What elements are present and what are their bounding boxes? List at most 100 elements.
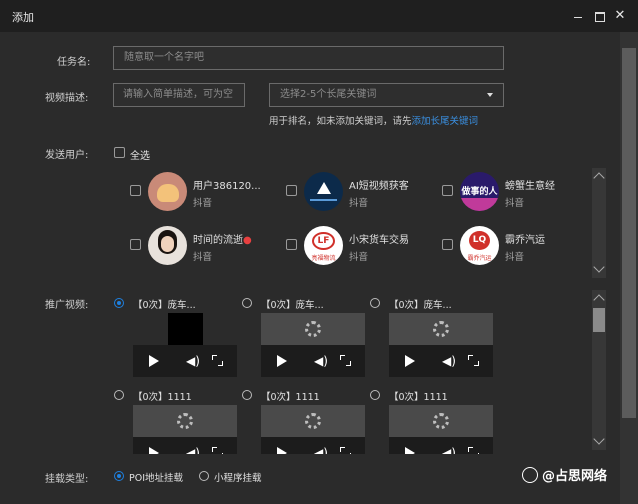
user-item[interactable]: LQ 霸乔汽运 霸乔汽运 抖音 [425,223,590,267]
fullscreen-icon[interactable] [212,447,223,454]
video-player[interactable]: ◀) [133,313,237,377]
mount-option-label: POI地址挂载 [129,473,184,484]
video-caption: 【0次】1111 [133,392,192,403]
mount-radio[interactable] [114,471,124,481]
paw-icon [522,467,538,483]
play-icon[interactable] [405,355,415,367]
video-caption: 【0次】1111 [261,392,320,403]
volume-icon[interactable]: ◀) [186,354,200,368]
main-scrollbar[interactable] [620,32,638,504]
avatar-text: LF [312,232,335,250]
avatar [148,172,187,211]
select-all-checkbox[interactable] [114,147,125,158]
volume-icon[interactable]: ◀) [442,354,456,368]
user-item[interactable]: 时间的流逝● 抖音 [113,223,278,267]
video-item[interactable]: 【0次】庞车... ◀) [370,294,498,380]
video-item[interactable]: 【0次】庞车... ◀) [242,294,370,380]
user-platform: 抖音 [193,252,213,263]
user-name: 小宋货车交易 [349,235,409,246]
avatar: 做事的人 [460,172,499,211]
fullscreen-icon[interactable] [340,447,351,454]
chevron-down-icon [487,93,493,97]
user-platform: 抖音 [505,198,525,209]
user-item[interactable]: 用户386120... 抖音 [113,169,278,213]
user-checkbox[interactable] [442,239,453,250]
user-checkbox[interactable] [286,239,297,250]
user-checkbox[interactable] [130,185,141,196]
user-item[interactable]: 做事的人 螃蟹生意经 抖音 [425,169,590,213]
add-keyword-link[interactable]: 添加长尾关键词 [412,116,479,127]
volume-icon[interactable]: ◀) [442,446,456,454]
scroll-thumb[interactable] [593,308,605,332]
chevron-up-icon[interactable] [593,172,605,184]
chevron-up-icon[interactable] [593,294,605,306]
loading-spinner-icon [305,413,321,429]
volume-icon[interactable]: ◀) [186,446,200,454]
play-icon[interactable] [149,447,159,454]
video-player[interactable]: ◀) [261,405,365,454]
avatar-subtext: 亮福物流 [311,255,336,262]
form-content: 任务名: 随意取一个名字吧 视频描述: 请输入简单描述，可为空 选择2-5个长尾… [0,32,620,504]
user-platform: 抖音 [349,198,369,209]
video-radio[interactable] [370,298,380,308]
video-item[interactable]: 【0次】1111 ◀) [370,386,498,454]
video-radio[interactable] [114,298,124,308]
fullscreen-icon[interactable] [340,355,351,366]
user-name: 时间的流逝● [193,235,252,246]
keyword-hint-text: 用于排名，如未添加关键词，请先 [269,116,412,127]
video-player[interactable]: ◀) [261,313,365,377]
video-player[interactable]: ◀) [389,405,493,454]
fullscreen-icon[interactable] [468,447,479,454]
user-item[interactable]: AI短视频获客 抖音 [269,169,434,213]
user-platform: 抖音 [349,252,369,263]
video-item[interactable]: 【0次】庞车... ◀) [114,294,242,380]
play-icon[interactable] [277,355,287,367]
video-item[interactable]: 【0次】1111 ◀) [242,386,370,454]
avatar-text: LQ [469,231,490,250]
avatar: LQ 霸乔汽运 [460,226,499,265]
fullscreen-icon[interactable] [468,355,479,366]
video-item[interactable]: 【0次】1111 ◀) [114,386,242,454]
maximize-icon[interactable] [592,8,608,24]
video-radio[interactable] [114,390,124,400]
video-radio[interactable] [242,298,252,308]
select-all-label[interactable]: 全选 [130,147,150,162]
minimize-icon[interactable] [571,8,587,24]
chevron-down-icon[interactable] [593,261,605,273]
avatar-text: 做事的人 [461,187,498,197]
close-icon[interactable]: ✕ [612,8,628,24]
volume-icon[interactable]: ◀) [314,446,328,454]
play-icon[interactable] [149,355,159,367]
video-radio[interactable] [242,390,252,400]
video-caption: 【0次】1111 [389,392,448,403]
users-label: 发送用户: [45,150,89,161]
user-checkbox[interactable] [130,239,141,250]
mount-label: 挂载类型: [45,474,89,485]
user-checkbox[interactable] [286,185,297,196]
user-name: 霸乔汽运 [505,235,545,246]
mount-radio[interactable] [199,471,209,481]
user-list-scrollbar[interactable] [592,168,606,278]
video-caption: 【0次】庞车... [133,300,196,311]
keyword-select-value: 选择2-5个长尾关键词 [280,89,377,100]
desc-input[interactable]: 请输入简单描述，可为空 [113,83,245,107]
play-icon[interactable] [277,447,287,454]
user-checkbox[interactable] [442,185,453,196]
loading-spinner-icon [433,321,449,337]
mount-option-label: 小程序挂载 [214,473,262,484]
video-list-scrollbar[interactable] [592,290,606,450]
chevron-down-icon[interactable] [593,433,605,445]
video-player[interactable]: ◀) [133,405,237,454]
video-player[interactable]: ◀) [389,313,493,377]
video-list: 【0次】庞车... ◀) 【0次】庞车... ◀) 【0次】庞车... ◀) 【… [110,290,590,454]
volume-icon[interactable]: ◀) [314,354,328,368]
watermark: @占思网络 [522,465,607,484]
scroll-thumb[interactable] [622,48,636,418]
user-item[interactable]: LF 亮福物流 小宋货车交易 抖音 [269,223,434,267]
video-radio[interactable] [370,390,380,400]
loading-spinner-icon [305,321,321,337]
task-name-input[interactable]: 随意取一个名字吧 [113,46,504,70]
keyword-select[interactable]: 选择2-5个长尾关键词 [269,83,504,107]
fullscreen-icon[interactable] [212,355,223,366]
play-icon[interactable] [405,447,415,454]
